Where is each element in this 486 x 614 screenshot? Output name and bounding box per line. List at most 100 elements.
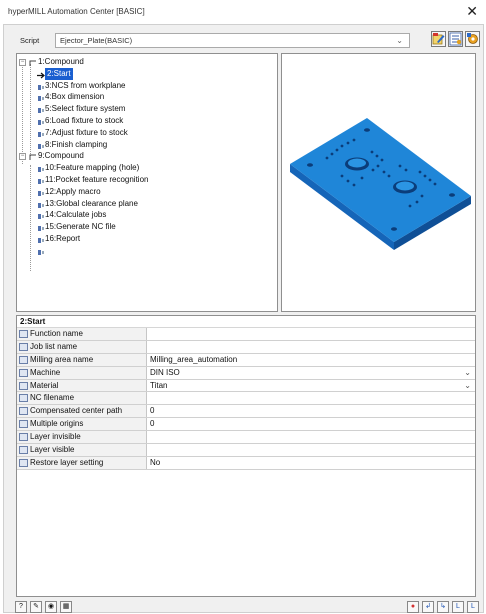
- edit-icon[interactable]: ✎: [30, 601, 42, 613]
- property-value[interactable]: Titan: [150, 380, 168, 393]
- collapse-toggle-icon[interactable]: −: [19, 153, 26, 161]
- property-name-cell: Layer invisible: [17, 431, 147, 444]
- property-name: Layer invisible: [30, 432, 81, 442]
- property-row[interactable]: Machine DIN ISO ⌄: [17, 366, 475, 380]
- property-icon: [19, 342, 28, 351]
- tree-item-label: 6:Load fixture to stock: [45, 115, 124, 125]
- step-icon: [37, 177, 44, 184]
- step-icon: [37, 212, 44, 220]
- step-over-icon[interactable]: ↳: [437, 601, 449, 613]
- tree-item[interactable]: 3:NCS from workplane: [17, 80, 277, 92]
- stop-icon[interactable]: ●: [407, 601, 419, 613]
- property-value[interactable]: DIN ISO: [150, 367, 180, 380]
- record-icon[interactable]: ◉: [45, 601, 57, 613]
- property-name: Multiple origins: [30, 419, 84, 429]
- tree-item[interactable]: 16:Report: [17, 233, 277, 245]
- tree-item-label: 8:Finish clamping: [45, 139, 108, 149]
- gear-settings-icon[interactable]: [465, 31, 480, 47]
- property-name: NC filename: [30, 393, 75, 403]
- collapse-toggle-icon[interactable]: −: [19, 59, 26, 66]
- property-row[interactable]: Restore layer setting No: [17, 456, 475, 470]
- arrow-right-icon: [37, 71, 45, 79]
- tree-item[interactable]: 8:Finish clamping: [17, 139, 277, 151]
- script-value: Ejector_Plate(BASIC): [60, 36, 133, 45]
- script-tree[interactable]: − 1:Compound 2:Start 3:NCS from workplane 4:…: [16, 53, 278, 312]
- property-row[interactable]: Multiple origins 0: [17, 418, 475, 432]
- step-icon: [37, 142, 44, 149]
- property-icon: [19, 407, 28, 416]
- tree-item[interactable]: 7:Adjust fixture to stock: [17, 127, 277, 139]
- property-row[interactable]: Function name: [17, 328, 475, 341]
- tree-item[interactable]: 12:Apply macro: [17, 186, 277, 198]
- script-label: Script: [20, 36, 40, 45]
- tree-item[interactable]: 5:Select fixture system: [17, 103, 277, 115]
- edit-script-icon[interactable]: [431, 31, 446, 47]
- property-row[interactable]: Job list name: [17, 340, 475, 354]
- tree-item[interactable]: 15:Generate NC file: [17, 221, 277, 233]
- property-icon: [19, 458, 28, 467]
- property-row[interactable]: Compensated center path 0: [17, 405, 475, 419]
- grid-icon[interactable]: ▦: [60, 601, 72, 613]
- tree-item[interactable]: 11:Pocket feature recognition: [17, 174, 277, 186]
- property-name: Function name: [30, 329, 83, 338]
- step-icon: [37, 94, 44, 102]
- property-name-cell: Function name: [17, 328, 147, 340]
- tree-item[interactable]: 14:Calculate jobs: [17, 209, 277, 221]
- tree-item-label: 10:Feature mapping (hole): [45, 163, 140, 173]
- property-value[interactable]: 0: [150, 405, 154, 418]
- property-icon: [19, 420, 28, 429]
- property-value[interactable]: Milling_area_automation: [150, 354, 237, 367]
- step-into-icon[interactable]: ↲: [422, 601, 434, 613]
- property-value[interactable]: 0: [150, 418, 154, 431]
- step-icon: [37, 189, 44, 196]
- compound-icon: [29, 59, 36, 66]
- property-icon: [19, 446, 28, 455]
- help-icon[interactable]: ?: [15, 601, 27, 613]
- property-grid: 2:Start Function name Job list name Millin…: [16, 315, 476, 597]
- property-icon: [19, 433, 28, 442]
- property-row[interactable]: Layer visible: [17, 444, 475, 457]
- property-name-cell: Machine: [17, 366, 147, 379]
- property-icon: [19, 368, 28, 377]
- tree-item-label: 13:Global clearance plane: [45, 198, 138, 208]
- tree-item-label: 9:Compound: [38, 151, 84, 161]
- property-icon: [19, 355, 28, 364]
- property-value[interactable]: No: [150, 457, 160, 470]
- tree-item[interactable]: − 1:Compound: [17, 56, 277, 68]
- tree-item[interactable]: 10:Feature mapping (hole): [17, 162, 277, 174]
- tree-item[interactable]: 2:Start: [17, 67, 277, 80]
- script-select[interactable]: Ejector_Plate(BASIC) ⌄: [55, 33, 410, 48]
- property-row[interactable]: Layer invisible: [17, 431, 475, 445]
- bottom-toolbar: ? ✎ ◉ ▦ ● ↲ ↳ L L: [4, 601, 483, 614]
- property-name-cell: Job list name: [17, 340, 147, 353]
- chevron-down-icon[interactable]: ⌄: [464, 367, 471, 380]
- bottom-left-tools: ? ✎ ◉ ▦: [15, 601, 72, 613]
- property-icon: [19, 330, 28, 338]
- property-name: Compensated center path: [30, 406, 123, 416]
- chevron-down-icon[interactable]: ⌄: [464, 380, 471, 393]
- property-row[interactable]: Material Titan ⌄: [17, 379, 475, 393]
- chevron-down-icon: ⌄: [396, 36, 403, 45]
- property-name: Material: [30, 380, 59, 390]
- tree-item[interactable]: 4:Box dimension: [17, 91, 277, 103]
- step-icon: [37, 130, 44, 137]
- tree-item[interactable]: 13:Global clearance plane: [17, 198, 277, 210]
- tree-item[interactable]: − 9:Compound: [17, 150, 277, 162]
- step-icon: [37, 224, 44, 232]
- automation-center-window: Script Ejector_Plate(BASIC) ⌄ − 1:Compou…: [3, 24, 484, 613]
- run-to-end-icon[interactable]: L: [467, 601, 479, 613]
- close-icon[interactable]: ✕: [466, 3, 478, 19]
- property-row[interactable]: Milling area name Milling_area_automation: [17, 353, 475, 367]
- tree-item-label: 11:Pocket feature recognition: [45, 174, 149, 184]
- property-row[interactable]: NC filename: [17, 392, 475, 406]
- property-name-cell: Compensated center path: [17, 405, 147, 418]
- tree-item[interactable]: [17, 245, 277, 257]
- list-settings-icon[interactable]: [448, 31, 463, 47]
- tree-item[interactable]: 6:Load fixture to stock: [17, 115, 277, 127]
- script-toolbar: [431, 31, 480, 47]
- step-icon: [37, 165, 44, 173]
- tree-item-label: 5:Select fixture system: [45, 104, 126, 114]
- property-name: Job list name: [30, 341, 78, 351]
- step-out-icon[interactable]: L: [452, 601, 464, 613]
- bottom-right-tools: ● ↲ ↳ L L: [407, 601, 479, 613]
